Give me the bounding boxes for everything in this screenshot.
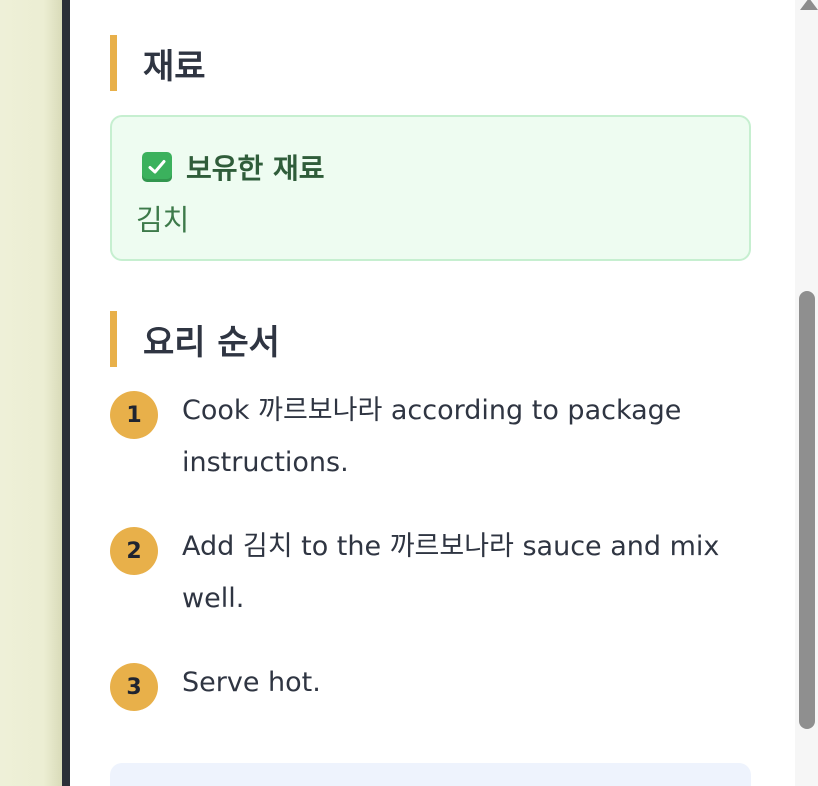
step-text: Serve hot. [182, 667, 321, 698]
recipe-content: 재료 보유한 재료 김치 요리 순서 1 Cook 까르보나라 accordin… [70, 0, 795, 786]
steps-heading-text: 요리 순서 [143, 322, 280, 363]
ingredients-heading-text: 재료 [143, 46, 206, 87]
step-number-badge: 2 [110, 527, 158, 575]
owned-ingredients-header-text: 보유한 재료 [186, 152, 325, 185]
ingredients-heading: 재료 [110, 35, 206, 91]
steps-heading: 요리 순서 [110, 311, 280, 367]
owned-ingredient-item: 김치 [136, 203, 190, 237]
step-number-badge: 3 [110, 663, 158, 711]
page-background-left [0, 0, 62, 786]
sidebar-divider [62, 0, 70, 786]
check-mark-button-icon [142, 152, 172, 182]
owned-ingredients-box: 보유한 재료 김치 [110, 115, 751, 261]
step-number-badge: 1 [110, 391, 158, 439]
scroll-up-arrow-icon[interactable] [800, 0, 818, 10]
step-text: Cook 까르보나라 according to package instruct… [182, 395, 682, 478]
next-section-box [110, 763, 751, 786]
owned-ingredients-header: 보유한 재료 [142, 147, 325, 187]
step-text: Add 김치 to the 까르보나라 sauce and mix well. [182, 531, 720, 614]
scrollbar-thumb[interactable] [799, 291, 815, 729]
